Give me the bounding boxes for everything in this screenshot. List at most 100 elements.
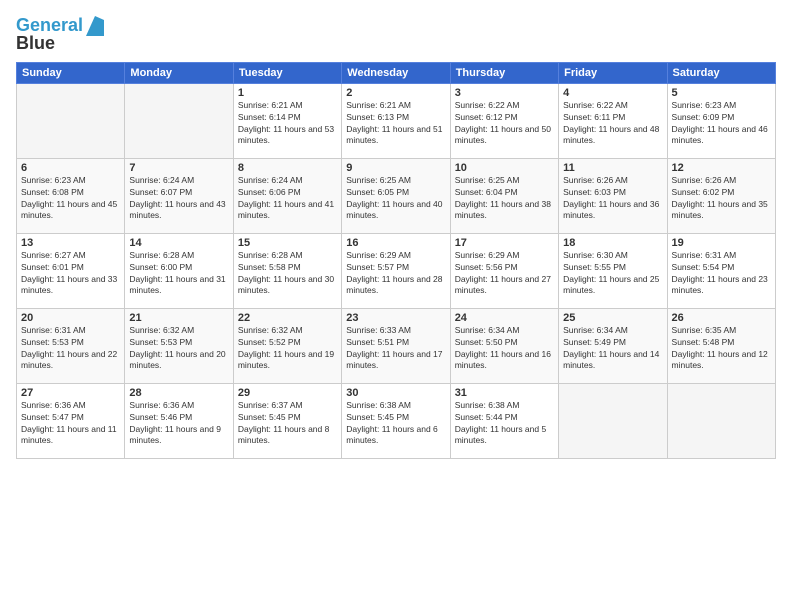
day-number: 10 [455,162,554,174]
day-info: Sunrise: 6:24 AMSunset: 6:07 PMDaylight:… [129,175,228,223]
day-number: 2 [346,87,445,99]
day-info: Sunrise: 6:34 AMSunset: 5:50 PMDaylight:… [455,325,554,373]
calendar-cell: 5Sunrise: 6:23 AMSunset: 6:09 PMDaylight… [667,83,775,158]
calendar-cell: 15Sunrise: 6:28 AMSunset: 5:58 PMDayligh… [233,233,341,308]
day-number: 12 [672,162,771,174]
calendar-week-1: 6Sunrise: 6:23 AMSunset: 6:08 PMDaylight… [17,158,776,233]
day-number: 28 [129,387,228,399]
day-number: 20 [21,312,120,324]
day-info: Sunrise: 6:32 AMSunset: 5:52 PMDaylight:… [238,325,337,373]
day-info: Sunrise: 6:27 AMSunset: 6:01 PMDaylight:… [21,250,120,298]
weekday-header-monday: Monday [125,62,233,83]
calendar-cell [17,83,125,158]
calendar-week-4: 27Sunrise: 6:36 AMSunset: 5:47 PMDayligh… [17,383,776,458]
day-info: Sunrise: 6:25 AMSunset: 6:05 PMDaylight:… [346,175,445,223]
weekday-header-sunday: Sunday [17,62,125,83]
weekday-header-friday: Friday [559,62,667,83]
day-info: Sunrise: 6:21 AMSunset: 6:14 PMDaylight:… [238,100,337,148]
day-number: 31 [455,387,554,399]
calendar-cell: 24Sunrise: 6:34 AMSunset: 5:50 PMDayligh… [450,308,558,383]
day-info: Sunrise: 6:24 AMSunset: 6:06 PMDaylight:… [238,175,337,223]
day-number: 11 [563,162,662,174]
calendar-cell: 26Sunrise: 6:35 AMSunset: 5:48 PMDayligh… [667,308,775,383]
calendar-cell: 8Sunrise: 6:24 AMSunset: 6:06 PMDaylight… [233,158,341,233]
day-info: Sunrise: 6:31 AMSunset: 5:53 PMDaylight:… [21,325,120,373]
calendar-cell: 18Sunrise: 6:30 AMSunset: 5:55 PMDayligh… [559,233,667,308]
day-number: 23 [346,312,445,324]
calendar-cell: 2Sunrise: 6:21 AMSunset: 6:13 PMDaylight… [342,83,450,158]
calendar-cell [667,383,775,458]
day-info: Sunrise: 6:38 AMSunset: 5:44 PMDaylight:… [455,400,554,448]
calendar-cell: 11Sunrise: 6:26 AMSunset: 6:03 PMDayligh… [559,158,667,233]
day-number: 24 [455,312,554,324]
calendar-week-3: 20Sunrise: 6:31 AMSunset: 5:53 PMDayligh… [17,308,776,383]
day-info: Sunrise: 6:31 AMSunset: 5:54 PMDaylight:… [672,250,771,298]
day-info: Sunrise: 6:30 AMSunset: 5:55 PMDaylight:… [563,250,662,298]
day-info: Sunrise: 6:37 AMSunset: 5:45 PMDaylight:… [238,400,337,448]
day-number: 14 [129,237,228,249]
weekday-header-saturday: Saturday [667,62,775,83]
day-number: 3 [455,87,554,99]
day-info: Sunrise: 6:21 AMSunset: 6:13 PMDaylight:… [346,100,445,148]
calendar-week-2: 13Sunrise: 6:27 AMSunset: 6:01 PMDayligh… [17,233,776,308]
calendar-cell: 12Sunrise: 6:26 AMSunset: 6:02 PMDayligh… [667,158,775,233]
calendar-cell: 19Sunrise: 6:31 AMSunset: 5:54 PMDayligh… [667,233,775,308]
calendar-cell: 1Sunrise: 6:21 AMSunset: 6:14 PMDaylight… [233,83,341,158]
logo: General Blue [16,16,104,54]
weekday-header-wednesday: Wednesday [342,62,450,83]
day-number: 19 [672,237,771,249]
day-number: 5 [672,87,771,99]
day-info: Sunrise: 6:26 AMSunset: 6:03 PMDaylight:… [563,175,662,223]
day-info: Sunrise: 6:34 AMSunset: 5:49 PMDaylight:… [563,325,662,373]
day-info: Sunrise: 6:22 AMSunset: 6:12 PMDaylight:… [455,100,554,148]
calendar-cell: 29Sunrise: 6:37 AMSunset: 5:45 PMDayligh… [233,383,341,458]
weekday-header-thursday: Thursday [450,62,558,83]
calendar-cell: 31Sunrise: 6:38 AMSunset: 5:44 PMDayligh… [450,383,558,458]
calendar-cell: 20Sunrise: 6:31 AMSunset: 5:53 PMDayligh… [17,308,125,383]
day-number: 13 [21,237,120,249]
day-info: Sunrise: 6:23 AMSunset: 6:09 PMDaylight:… [672,100,771,148]
day-number: 7 [129,162,228,174]
calendar-cell: 7Sunrise: 6:24 AMSunset: 6:07 PMDaylight… [125,158,233,233]
day-number: 18 [563,237,662,249]
day-info: Sunrise: 6:22 AMSunset: 6:11 PMDaylight:… [563,100,662,148]
day-number: 1 [238,87,337,99]
day-number: 15 [238,237,337,249]
calendar-cell: 6Sunrise: 6:23 AMSunset: 6:08 PMDaylight… [17,158,125,233]
day-number: 25 [563,312,662,324]
day-number: 21 [129,312,228,324]
day-info: Sunrise: 6:38 AMSunset: 5:45 PMDaylight:… [346,400,445,448]
calendar-cell: 28Sunrise: 6:36 AMSunset: 5:46 PMDayligh… [125,383,233,458]
day-info: Sunrise: 6:36 AMSunset: 5:46 PMDaylight:… [129,400,228,448]
day-info: Sunrise: 6:35 AMSunset: 5:48 PMDaylight:… [672,325,771,373]
calendar-cell: 14Sunrise: 6:28 AMSunset: 6:00 PMDayligh… [125,233,233,308]
calendar-cell: 13Sunrise: 6:27 AMSunset: 6:01 PMDayligh… [17,233,125,308]
calendar-cell: 17Sunrise: 6:29 AMSunset: 5:56 PMDayligh… [450,233,558,308]
day-info: Sunrise: 6:32 AMSunset: 5:53 PMDaylight:… [129,325,228,373]
calendar-cell: 30Sunrise: 6:38 AMSunset: 5:45 PMDayligh… [342,383,450,458]
day-number: 22 [238,312,337,324]
day-number: 4 [563,87,662,99]
day-info: Sunrise: 6:28 AMSunset: 5:58 PMDaylight:… [238,250,337,298]
calendar-week-0: 1Sunrise: 6:21 AMSunset: 6:14 PMDaylight… [17,83,776,158]
day-number: 6 [21,162,120,174]
calendar-cell: 3Sunrise: 6:22 AMSunset: 6:12 PMDaylight… [450,83,558,158]
calendar-cell: 27Sunrise: 6:36 AMSunset: 5:47 PMDayligh… [17,383,125,458]
day-info: Sunrise: 6:23 AMSunset: 6:08 PMDaylight:… [21,175,120,223]
day-info: Sunrise: 6:26 AMSunset: 6:02 PMDaylight:… [672,175,771,223]
day-number: 17 [455,237,554,249]
day-info: Sunrise: 6:33 AMSunset: 5:51 PMDaylight:… [346,325,445,373]
page: General Blue SundayMondayTuesdayWednesda… [0,0,792,612]
calendar-cell: 10Sunrise: 6:25 AMSunset: 6:04 PMDayligh… [450,158,558,233]
day-number: 26 [672,312,771,324]
header: General Blue [16,16,776,54]
calendar-cell: 4Sunrise: 6:22 AMSunset: 6:11 PMDaylight… [559,83,667,158]
calendar-cell [125,83,233,158]
day-info: Sunrise: 6:28 AMSunset: 6:00 PMDaylight:… [129,250,228,298]
calendar-cell [559,383,667,458]
weekday-header-tuesday: Tuesday [233,62,341,83]
day-number: 8 [238,162,337,174]
day-number: 30 [346,387,445,399]
logo-bird-icon [86,16,104,36]
day-number: 9 [346,162,445,174]
